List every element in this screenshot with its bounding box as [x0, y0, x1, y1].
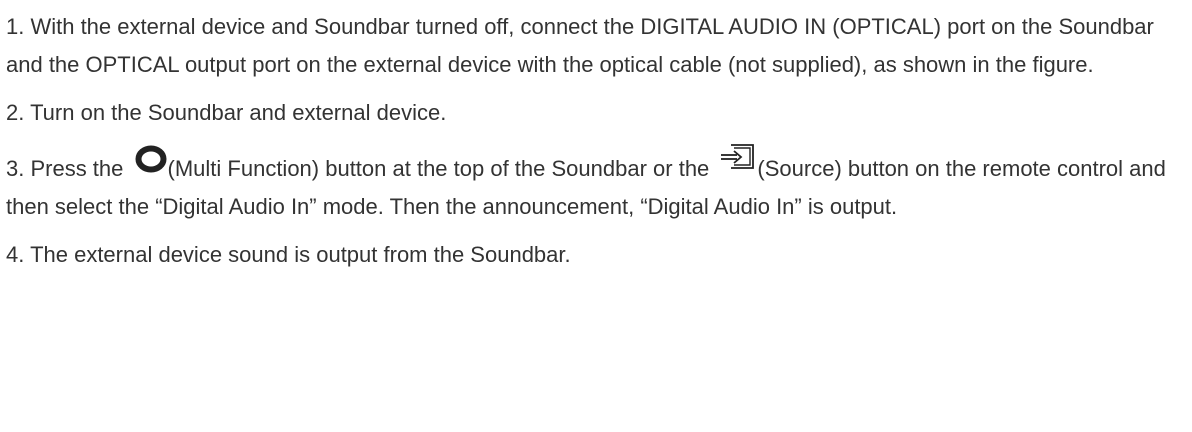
multi-function-button-icon: [134, 144, 168, 174]
step-3-text-middle: (Multi Function) button at the top of th…: [167, 156, 716, 181]
source-button-icon: [719, 142, 757, 172]
step-4: 4. The external device sound is output f…: [6, 242, 571, 267]
step-3: 3. Press the (Multi Function) button at …: [6, 142, 1186, 226]
instruction-document: 1. With the external device and Soundbar…: [0, 0, 1192, 432]
step-1: 1. With the external device and Soundbar…: [6, 14, 1154, 77]
step-2: 2. Turn on the Soundbar and external dev…: [6, 100, 447, 125]
step-3-text-start: 3. Press the: [6, 156, 130, 181]
